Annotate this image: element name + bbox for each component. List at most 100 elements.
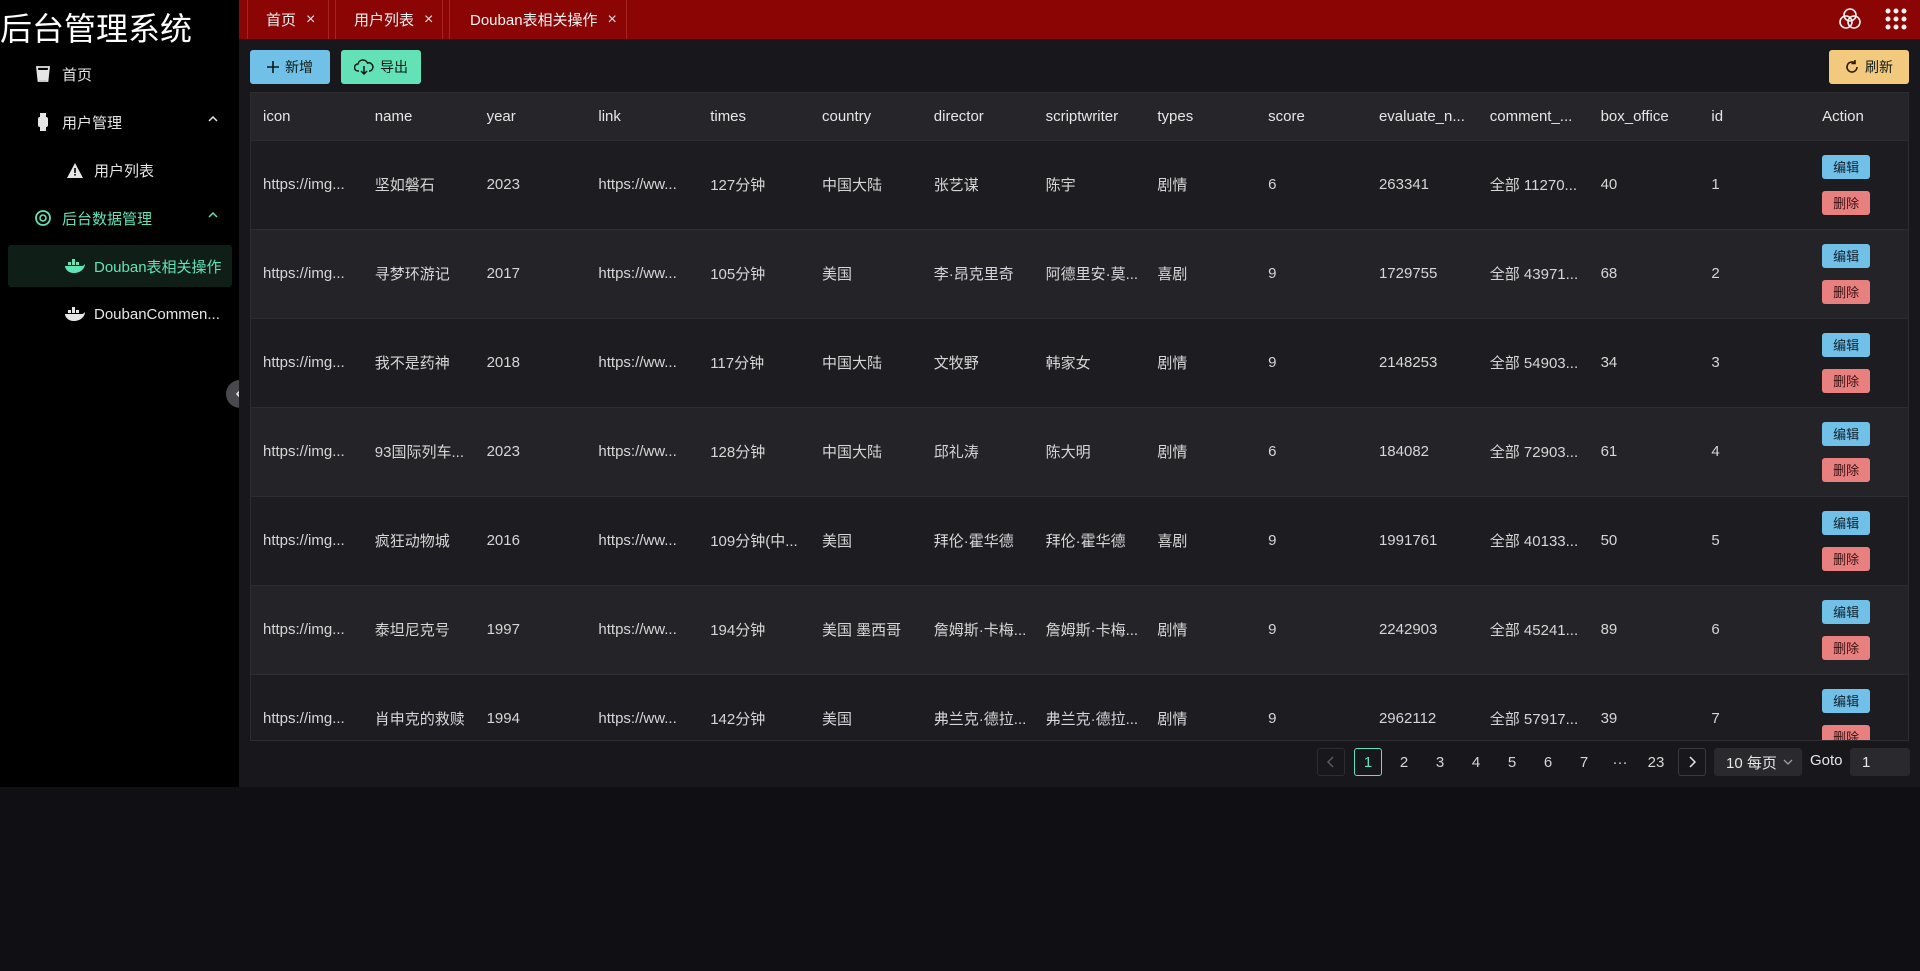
table-cell: 弗兰克·德拉...	[1033, 674, 1146, 740]
delete-button[interactable]: 删除	[1822, 279, 1871, 304]
table-cell: 184082	[1366, 407, 1478, 497]
delete-button[interactable]: 删除	[1822, 635, 1871, 660]
table-cell: 109分钟(中...	[698, 496, 810, 586]
page-button[interactable]: 2	[1390, 748, 1418, 776]
page-button[interactable]: 23	[1642, 748, 1670, 776]
table-row: https://img... 坚如磐石 2023 https://ww... 127分钟…	[251, 140, 1908, 230]
table-cell: 剧情	[1145, 674, 1257, 740]
table-cell: https://img...	[251, 229, 363, 319]
table-cell: 39	[1588, 674, 1700, 740]
add-button[interactable]: 新增	[250, 50, 330, 84]
action-cell: 编辑 删除	[1810, 674, 1908, 740]
table-cell: 142分钟	[698, 674, 810, 740]
table-cell: 127分钟	[698, 140, 810, 230]
page-ellipsis[interactable]: ···	[1606, 748, 1634, 776]
table-cell: 弗兰克·德拉...	[921, 674, 1034, 740]
delete-button[interactable]: 删除	[1822, 724, 1871, 740]
refresh-button[interactable]: 刷新	[1829, 50, 1909, 84]
chevron-up-icon	[208, 115, 218, 122]
tab-label: 首页	[266, 12, 297, 29]
table-cell: 2018	[474, 318, 587, 408]
column-header[interactable]: year	[474, 93, 587, 141]
export-button[interactable]: 导出	[341, 50, 421, 84]
column-header[interactable]: icon	[251, 93, 363, 141]
table-cell: https://img...	[251, 318, 363, 408]
page-button[interactable]: 7	[1570, 748, 1598, 776]
sidebar-item-user-list[interactable]: 用户列表	[8, 149, 232, 191]
column-header[interactable]: comment_...	[1477, 93, 1589, 141]
table-cell: https://ww...	[586, 674, 699, 740]
sidebar-item-douban[interactable]: Douban表相关操作	[8, 245, 232, 287]
page-size-select[interactable]: 10 每页	[1714, 748, 1802, 776]
column-header[interactable]: director	[921, 93, 1034, 141]
tab-home[interactable]: 首页 ×	[247, 0, 329, 39]
column-header[interactable]: link	[586, 93, 699, 141]
table-cell: 61	[1588, 407, 1700, 497]
table-cell: 中国大陆	[809, 318, 922, 408]
edit-button[interactable]: 编辑	[1822, 243, 1871, 268]
delete-button[interactable]: 删除	[1822, 546, 1871, 571]
page-button[interactable]: 3	[1426, 748, 1454, 776]
page-button[interactable]: 4	[1462, 748, 1490, 776]
table-cell: 1991761	[1366, 496, 1478, 586]
delete-button[interactable]: 删除	[1822, 190, 1871, 215]
edit-button[interactable]: 编辑	[1822, 688, 1871, 713]
edit-button[interactable]: 编辑	[1822, 599, 1871, 624]
tab-user-list[interactable]: 用户列表 ×	[335, 0, 443, 39]
close-icon[interactable]: ×	[608, 11, 617, 29]
close-icon[interactable]: ×	[424, 11, 433, 29]
goto-label: Goto	[1810, 752, 1843, 769]
sidebar-item-home[interactable]: 首页	[8, 53, 232, 95]
table-cell: 1729755	[1366, 229, 1478, 319]
sidebar-item-user-management[interactable]: 用户管理	[8, 101, 232, 143]
table-cell: 1	[1699, 140, 1811, 230]
docker-icon	[64, 307, 86, 321]
table-row: https://img... 肖申克的救赎 1994 https://ww... 142…	[251, 674, 1908, 740]
column-header[interactable]: box_office	[1588, 93, 1700, 141]
prev-page-button[interactable]	[1317, 748, 1345, 776]
edit-button[interactable]: 编辑	[1822, 154, 1871, 179]
table-row: https://img... 我不是药神 2018 https://ww... 117分…	[251, 318, 1908, 408]
table-cell: https://img...	[251, 140, 363, 230]
column-header[interactable]: scriptwriter	[1033, 93, 1146, 141]
color-palette-icon[interactable]	[1838, 7, 1862, 31]
sidebar-item-backend-data[interactable]: 后台数据管理	[8, 197, 232, 239]
table-cell: 34	[1588, 318, 1700, 408]
page-button[interactable]: 1	[1354, 748, 1382, 776]
column-header[interactable]: types	[1145, 93, 1257, 141]
column-header[interactable]: evaluate_n...	[1366, 93, 1478, 141]
page-button[interactable]: 6	[1534, 748, 1562, 776]
edit-button[interactable]: 编辑	[1822, 332, 1871, 357]
tab-douban[interactable]: Douban表相关操作 ×	[449, 0, 627, 39]
delete-button[interactable]: 删除	[1822, 457, 1871, 482]
main-content: 新增 导出 刷新 icon name year link times count…	[239, 39, 1920, 787]
sidebar: 后台管理系统 首页 用户管理 用户列表 后台数据管理 Douban表相关操作 D…	[0, 0, 239, 787]
edit-button[interactable]: 编辑	[1822, 421, 1871, 446]
page-button[interactable]: 5	[1498, 748, 1526, 776]
table-cell: 拜伦·霍华德	[1033, 496, 1146, 586]
column-header[interactable]: country	[809, 93, 922, 141]
close-icon[interactable]: ×	[306, 11, 315, 29]
refresh-icon	[1846, 60, 1858, 73]
column-header[interactable]: score	[1256, 93, 1367, 141]
sidebar-item-label: 后台数据管理	[62, 210, 153, 228]
apps-grid-icon[interactable]	[1884, 7, 1908, 31]
column-header[interactable]: name	[362, 93, 475, 141]
delete-button[interactable]: 删除	[1822, 368, 1871, 393]
column-header[interactable]: times	[698, 93, 810, 141]
goto-page-input[interactable]	[1850, 748, 1910, 776]
next-page-button[interactable]	[1678, 748, 1706, 776]
table-cell: 4	[1699, 407, 1811, 497]
table-cell: 剧情	[1145, 585, 1257, 675]
column-header[interactable]: id	[1699, 93, 1811, 141]
chevron-left-icon	[1327, 756, 1334, 768]
cup-icon	[32, 65, 54, 83]
edit-button[interactable]: 编辑	[1822, 510, 1871, 535]
add-button-label: 新增	[285, 59, 313, 75]
table-cell: 40	[1588, 140, 1700, 230]
sidebar-item-douban-comment[interactable]: DoubanCommen...	[8, 293, 232, 335]
plus-icon	[267, 61, 279, 73]
table-cell: 詹姆斯·卡梅...	[1033, 585, 1146, 675]
brand-title: 后台管理系统	[0, 10, 193, 48]
table-cell: 2	[1699, 229, 1811, 319]
